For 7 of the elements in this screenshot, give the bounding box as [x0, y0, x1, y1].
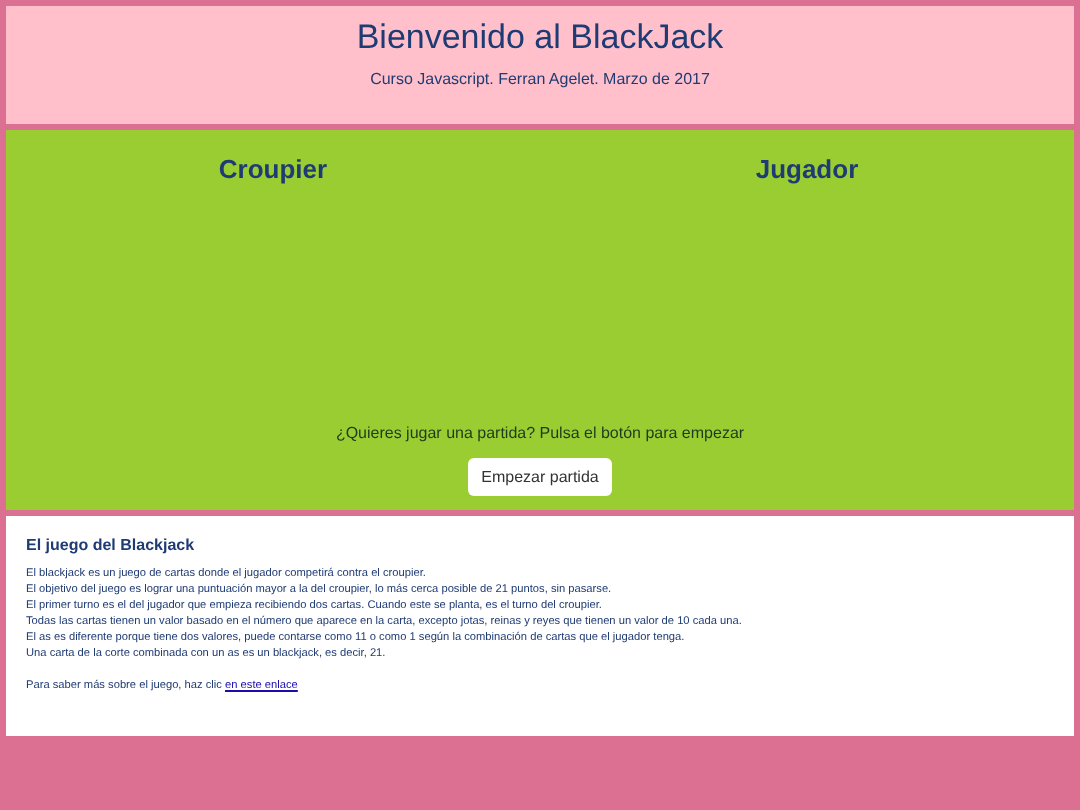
prompt-text: ¿Quieres jugar una partida? Pulsa el botón para empezar — [335, 422, 745, 446]
page-title: Bienvenido al BlackJack — [356, 16, 724, 59]
start-button[interactable]: Empezar partida — [467, 458, 613, 496]
page-subtitle: Curso Javascript. Ferran Agelet. Marzo de 2017 — [370, 68, 710, 93]
dealer-label: Croupier — [218, 152, 328, 188]
info-heading: El juego del Blackjack — [26, 534, 197, 558]
player-label: Jugador — [755, 152, 859, 188]
